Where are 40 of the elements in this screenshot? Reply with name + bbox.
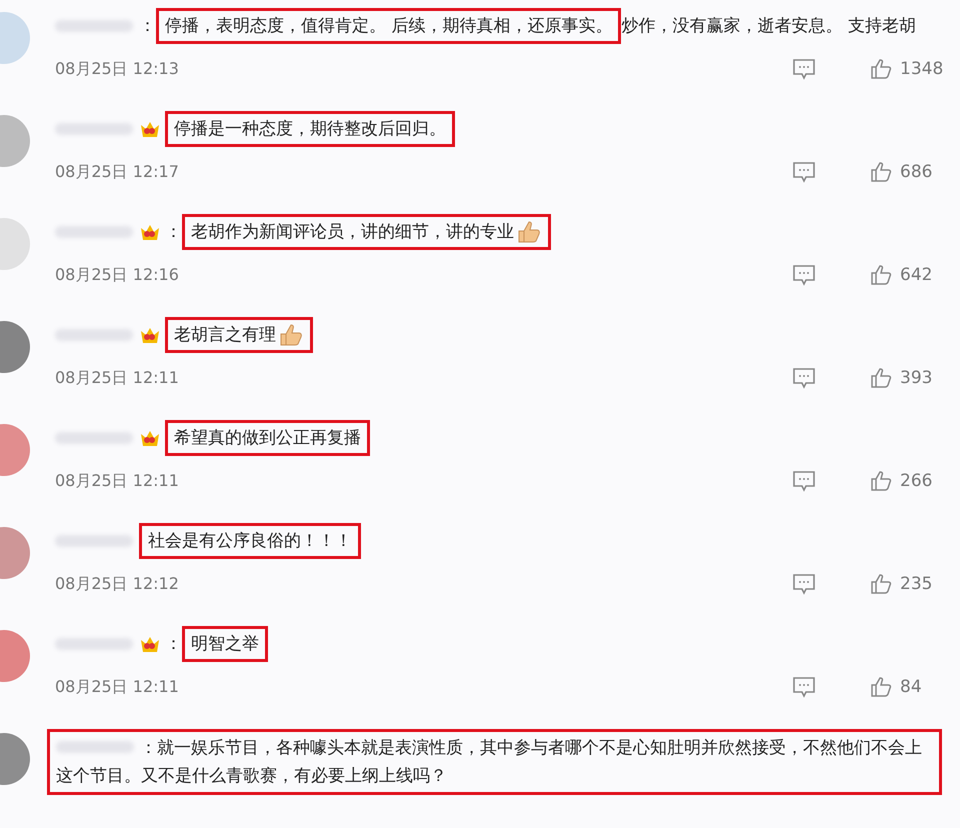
comment-time: 08月25日 12:13 — [55, 58, 180, 80]
comment-icon[interactable] — [792, 470, 816, 492]
like-icon[interactable] — [870, 676, 892, 698]
comment-text: ： — [165, 633, 182, 656]
like-icon[interactable] — [870, 367, 892, 389]
comment-icon[interactable] — [792, 367, 816, 389]
like-icon[interactable] — [870, 264, 892, 286]
comment-text: ： — [165, 221, 182, 244]
like-count: 84 — [900, 677, 922, 697]
comment-time: 08月25日 12:11 — [55, 470, 180, 492]
highlighted-comment-text: 老胡作为新闻评论员，讲的细节，讲的专业 — [182, 214, 551, 250]
comment-text: ： — [139, 15, 156, 38]
comment-time: 08月25日 12:12 — [55, 574, 180, 594]
like-icon[interactable] — [870, 573, 892, 595]
like-icon[interactable] — [870, 161, 892, 183]
like-count: 235 — [900, 574, 932, 594]
highlighted-comment-text: 老胡言之有理 — [165, 317, 313, 353]
comment-time: 08月25日 12:11 — [55, 676, 180, 698]
like-icon[interactable] — [870, 470, 892, 492]
like-icon[interactable] — [870, 58, 892, 80]
highlighted-comment-text: ：就一娱乐节目，各种噱头本就是表演性质，其中参与者哪个不是心知肚明并欣然接受，不然他们不会上这个节目。又不是什么青歌赛，有必要上纲上线吗？ — [47, 729, 942, 795]
highlighted-comment-text: 希望真的做到公正再复播 — [165, 420, 370, 456]
comment-icon[interactable] — [792, 58, 816, 80]
highlighted-comment-text: 社会是有公序良俗的！！！ — [139, 523, 361, 559]
highlighted-comment-text: 停播，表明态度，值得肯定。 后续，期待真相，还原事实。 — [156, 8, 622, 44]
like-count: 686 — [900, 162, 932, 182]
comment-icon[interactable] — [792, 264, 816, 286]
comment-text: 炒作，没有赢家，逝者安息。 支持老胡 — [621, 15, 916, 38]
comment-icon[interactable] — [792, 573, 816, 595]
comment-time: 08月25日 12:17 — [55, 162, 180, 182]
like-count: 393 — [900, 368, 932, 388]
highlighted-comment-text: 明智之举 — [182, 626, 268, 662]
like-count: 1348 — [900, 59, 944, 79]
like-count: 266 — [900, 471, 932, 491]
like-count: 642 — [900, 265, 932, 285]
comment-icon[interactable] — [792, 676, 816, 698]
highlighted-comment-text: 停播是一种态度，期待整改后回归。 — [165, 111, 455, 147]
comment-icon[interactable] — [792, 161, 816, 183]
comment-time: 08月25日 12:16 — [55, 264, 180, 286]
comment-time: 08月25日 12:11 — [55, 368, 180, 388]
